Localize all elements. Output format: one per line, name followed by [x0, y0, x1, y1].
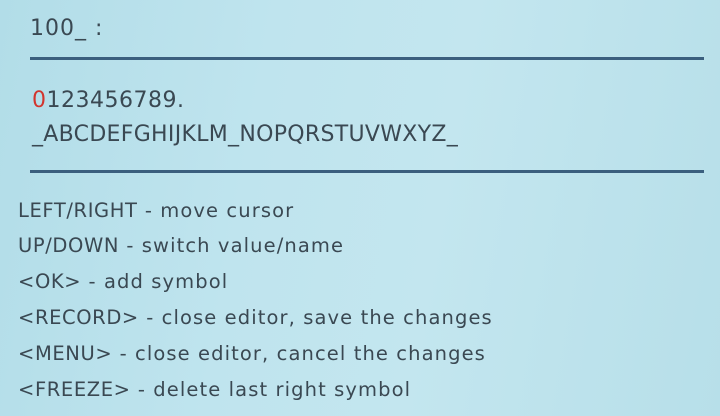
digit-characters[interactable]: 123456789. [47, 88, 185, 113]
help-text: - switch value/name [119, 234, 345, 257]
name-editor-screen: 100_ : 0123456789. _ABCDEFGHIJKLM_NOPQRS… [0, 0, 720, 416]
help-key: <RECORD> [18, 306, 139, 329]
help-key: <OK> [18, 270, 82, 293]
bottom-divider [30, 170, 704, 173]
selected-character[interactable]: 0 [32, 88, 47, 113]
help-text: - close editor, save the changes [138, 306, 493, 329]
help-line-record: <RECORD> - close editor, save the change… [18, 306, 493, 329]
help-text: - move cursor [137, 199, 295, 222]
help-line-freeze: <FREEZE> - delete last right symbol [18, 378, 411, 401]
help-key: <FREEZE> [18, 378, 131, 401]
help-line-menu: <MENU> - close editor, cancel the change… [18, 342, 486, 365]
input-value[interactable]: 100_ : [30, 16, 103, 41]
help-line-up-down: UP/DOWN - switch value/name [18, 234, 344, 257]
help-line-left-right: LEFT/RIGHT - move cursor [18, 199, 294, 222]
help-key: UP/DOWN [18, 234, 120, 257]
letter-charset-row[interactable]: _ABCDEFGHIJKLM_NOPQRSTUVWXYZ_ [32, 122, 458, 147]
help-text: - delete last right symbol [130, 378, 412, 401]
help-key: LEFT/RIGHT [18, 199, 138, 222]
help-text: - close editor, cancel the changes [112, 342, 486, 365]
help-key: <MENU> [18, 342, 113, 365]
help-line-ok: <OK> - add symbol [18, 270, 228, 293]
digit-charset-row[interactable]: 0123456789. [32, 88, 184, 113]
help-text: - add symbol [81, 270, 229, 293]
top-divider [30, 57, 704, 60]
